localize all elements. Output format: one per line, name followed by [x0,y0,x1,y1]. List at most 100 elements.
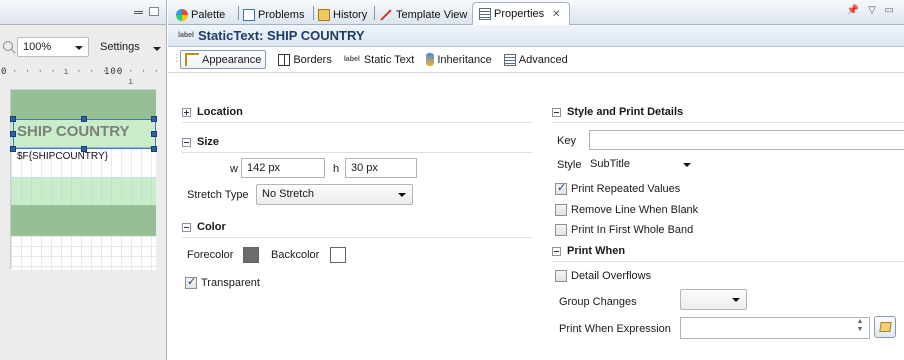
selected-static-text-element[interactable]: SHIP COUNTRY [13,119,156,149]
expression-editor-button[interactable] [874,316,896,338]
checkbox-icon[interactable] [555,270,567,282]
location-header-label: Location [197,106,243,118]
editor-toolbar: 100% Settings [0,37,166,59]
style-select[interactable]: SubTitle [584,154,698,175]
page-title: StaticText: SHIP COUNTRY [197,28,365,43]
band-group-footer[interactable] [11,206,156,236]
collapse-icon[interactable] [182,222,191,232]
tab-history-label: History [333,8,368,21]
tab-advanced-label: Advanced [518,53,568,66]
location-section-header[interactable]: Location [182,106,243,118]
remove-line-checkbox[interactable]: Remove Line When Blank [555,204,698,216]
band-empty-grid[interactable] [11,236,156,270]
forecolor-swatch[interactable] [243,247,259,263]
tab-problems[interactable]: Problems [243,6,304,23]
template-view-icon [380,8,392,21]
static-text-content: SHIP COUNTRY [17,123,130,140]
stretch-type-select[interactable]: No Stretch [256,184,413,205]
transparent-checkbox[interactable]: Transparent [185,275,260,289]
divider [182,122,532,123]
tab-inheritance[interactable]: Inheritance [426,53,492,66]
print-first-band-checkbox[interactable]: Print In First Whole Band [555,224,693,236]
expression-editor-icon [879,322,892,332]
resize-handle[interactable] [10,116,16,122]
collapse-icon[interactable] [552,246,561,256]
ruler-start-label: 0 [1,67,8,77]
chevron-down-icon [75,46,83,50]
properties-icon [479,8,491,20]
size-section-header[interactable]: Size [182,136,219,148]
maximize-icon[interactable] [149,7,159,16]
tab-template-view[interactable]: Template View [379,6,467,23]
tab-appearance[interactable]: Appearance [180,50,267,69]
resize-handle[interactable] [151,131,157,137]
backcolor-swatch[interactable] [330,247,346,263]
spinner-down-icon[interactable]: ▼ [853,326,867,334]
tab-properties[interactable]: Properties ✕ [472,2,570,25]
checkbox-icon[interactable] [555,204,567,216]
resize-handle[interactable] [151,116,157,122]
divider [182,237,532,238]
history-icon [318,8,330,21]
borders-icon [278,53,291,66]
minimize-view-icon[interactable]: ▭ [885,5,894,16]
tab-inheritance-label: Inheritance [437,53,492,66]
group-changes-select[interactable] [680,289,747,310]
report-canvas[interactable]: SHIP COUNTRY $F{SHIPCOUNTRY} [10,89,157,270]
tabs-grip: ⋮ [172,53,182,64]
color-header-label: Color [197,221,226,233]
collapse-icon[interactable] [182,137,191,147]
tab-problems-label: Problems [258,8,305,21]
print-first-band-label: Print In First Whole Band [571,224,694,236]
close-icon[interactable]: ✕ [552,9,560,20]
resize-handle[interactable] [10,131,16,137]
zoom-select[interactable]: 100% [17,37,89,57]
style-print-section-header[interactable]: Style and Print Details [552,106,683,118]
resize-handle[interactable] [10,146,16,152]
settings-button[interactable]: Settings [100,41,140,53]
minimize-icon[interactable] [134,11,143,14]
spinner-up-icon[interactable]: ▲ [853,318,867,326]
checkbox-checked-icon[interactable] [185,275,197,289]
key-field[interactable] [589,130,904,150]
detail-overflows-checkbox[interactable]: Detail Overflows [555,270,651,282]
print-when-header-label: Print When [567,245,626,257]
palette-icon [176,8,188,21]
tab-separator [313,6,314,20]
text-field-element[interactable]: $F{SHIPCOUNTRY} [17,151,108,162]
checkbox-icon[interactable] [555,224,567,236]
print-repeated-checkbox[interactable]: Print Repeated Values [555,181,680,195]
ruler-dots-end: · · · ı [128,67,161,87]
report-editor-pane: 100% Settings 0 · · · · ı · · · · 100 · … [0,0,167,360]
tab-borders[interactable]: Borders [278,53,332,66]
view-menu-icon[interactable]: ▽ [868,5,876,16]
style-label: Style [557,159,582,171]
chevron-down-icon [683,163,691,167]
checkbox-checked-icon[interactable] [555,181,567,195]
resize-handle[interactable] [151,146,157,152]
view-tab-bar: Palette Problems History Template View P… [168,0,904,25]
detail-overflows-label: Detail Overflows [571,270,652,282]
color-section-header[interactable]: Color [182,221,226,233]
divider [182,152,532,153]
tab-properties-label: Properties [494,8,545,20]
expression-spinner[interactable]: ▲ ▼ [853,318,867,338]
print-when-expression-field[interactable] [680,317,870,339]
height-value: 30 px [351,162,378,174]
band-light[interactable] [11,178,156,206]
expand-icon[interactable] [182,107,191,117]
appearance-icon [185,53,199,66]
collapse-icon[interactable] [552,107,561,117]
zoom-icon[interactable] [3,41,13,51]
tab-palette[interactable]: Palette [176,6,225,23]
tab-advanced[interactable]: Advanced [503,53,568,66]
stretch-type-label: Stretch Type [187,189,249,201]
pin-icon[interactable]: 📌 [847,5,859,16]
width-field[interactable]: 142 px [241,158,325,178]
resize-handle[interactable] [81,116,87,122]
tab-history[interactable]: History [318,6,367,23]
settings-chevron-icon[interactable] [153,47,161,51]
print-when-section-header[interactable]: Print When [552,245,625,257]
height-field[interactable]: 30 px [345,158,417,178]
tab-static-text[interactable]: label Static Text [344,54,415,66]
